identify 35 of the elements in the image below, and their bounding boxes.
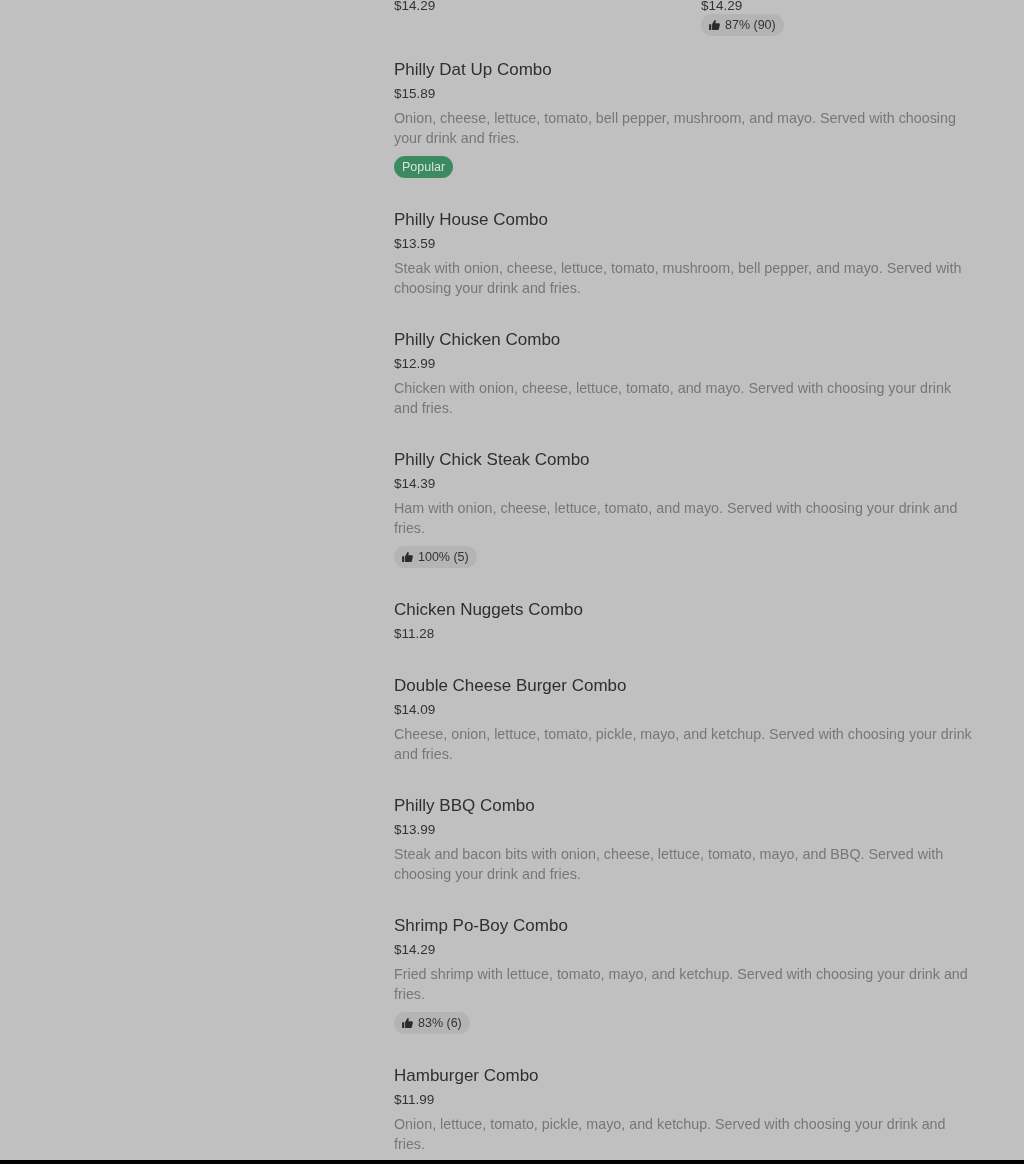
item-price: $14.29 [394,941,436,959]
item-name: Philly Chick Steak Combo [394,449,590,471]
item-price: $15.89 [394,85,436,103]
item-price: $12.99 [394,355,436,373]
rating-text: 83% (6) [418,1016,462,1030]
item-price: $13.59 [394,235,436,253]
item-name: Double Cheese Burger Combo [394,675,627,697]
item-description: Onion, cheese, lettuce, tomato, bell pepper, mushroom, and mayo. Served with choosing your drink and fries. [394,109,957,148]
item-description: Steak with onion, cheese, lettuce, tomato, mushroom, bell pepper, and mayo. Served with choosing your drink and fries. [394,259,963,298]
item-price: $14.39 [394,475,436,493]
popular-badge: Popular [394,156,454,178]
item-price: $14.29 [701,0,743,12]
item-description: Chicken with onion, cheese, lettuce, tomato, and mayo. Served with choosing your drink and fries. [394,379,953,418]
thumbs-up-icon [709,20,720,30]
rating-text: 100% (5) [418,550,469,564]
item-description: Onion, lettuce, tomato, pickle, mayo, and ketchup. Served with choosing your drink and fries. [394,1115,947,1154]
item-description: Fried shrimp with lettuce, tomato, mayo, and ketchup. Served with choosing your drink and fries. [394,965,969,1004]
thumbs-up-icon [402,1018,413,1028]
item-price: $11.99 [394,1091,435,1109]
item-price: $13.99 [394,821,436,839]
item-description: Cheese, onion, lettuce, tomato, pickle, mayo, and ketchup. Served with choosing your drink and fries. [394,725,973,764]
item-price: $14.09 [394,701,436,719]
item-name: Philly BBQ Combo [394,795,535,817]
item-name: Hamburger Combo [394,1065,539,1087]
thumbs-up-icon [402,552,413,562]
item-name: Philly House Combo [394,209,548,231]
rating-text: 87% (90) [725,18,776,32]
item-price: $14.29 [394,0,436,12]
item-name: Philly Dat Up Combo [394,59,552,81]
item-name: Shrimp Po-Boy Combo [394,915,568,937]
item-description: Ham with onion, cheese, lettuce, tomato, and mayo. Served with choosing your drink and fries. [394,499,959,538]
item-price: $11.28 [394,625,435,643]
item-description: Steak and bacon bits with onion, cheese, lettuce, tomato, mayo, and BBQ. Served with choosing your drink and fries. [394,845,945,884]
item-name: Philly Chicken Combo [394,329,561,351]
item-name: Chicken Nuggets Combo [394,599,583,621]
